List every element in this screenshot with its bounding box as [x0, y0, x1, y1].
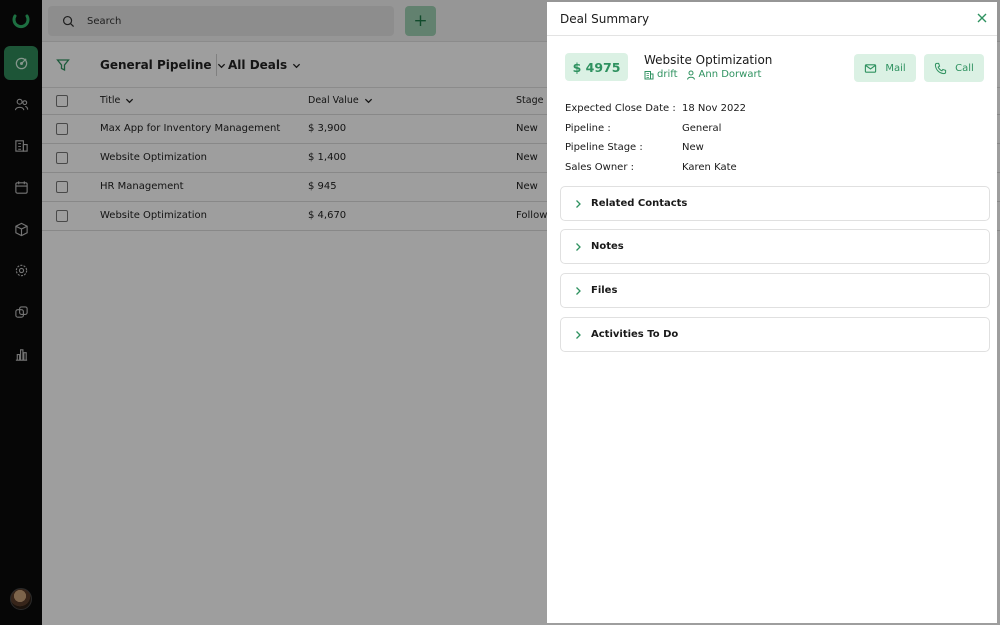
info-value: New — [682, 142, 704, 154]
mail-icon — [865, 63, 877, 73]
info-value: General — [682, 122, 722, 134]
info-key: Sales Owner : — [565, 161, 634, 173]
drawer-header: Deal Summary — [547, 2, 997, 36]
section-files[interactable]: Files — [560, 273, 990, 308]
deal-summary-drawer: Deal Summary $ 4975 Website Optimization… — [547, 2, 997, 623]
contact-link[interactable]: Ann Dorwart — [699, 69, 762, 80]
info-value: Karen Kate — [682, 161, 737, 173]
chevron-right-icon — [576, 242, 581, 251]
section-label: Files — [591, 285, 618, 296]
info-row-close-date: Expected Close Date : 18 Nov 2022 — [565, 99, 985, 119]
chevron-right-icon — [576, 199, 581, 208]
section-activities-to-do[interactable]: Activities To Do — [560, 317, 990, 352]
section-label: Notes — [591, 241, 624, 252]
section-label: Related Contacts — [591, 198, 688, 209]
company-link[interactable]: drift — [657, 69, 678, 80]
section-notes[interactable]: Notes — [560, 229, 990, 264]
info-row-pipeline: Pipeline : General — [565, 119, 985, 139]
company-icon — [644, 70, 654, 79]
mail-button[interactable]: Mail — [854, 54, 916, 82]
section-label: Activities To Do — [591, 329, 679, 340]
drawer-title: Deal Summary — [560, 11, 650, 26]
chevron-right-icon — [576, 330, 581, 339]
info-value: 18 Nov 2022 — [682, 103, 747, 115]
deal-value-badge: $ 4975 — [565, 53, 628, 81]
deal-meta: drift Ann Dorwart — [644, 69, 761, 80]
call-button-label: Call — [955, 62, 974, 74]
call-button[interactable]: Call — [924, 54, 984, 82]
deal-info-list: Expected Close Date : 18 Nov 2022 Pipeli… — [565, 99, 985, 177]
info-key: Expected Close Date : — [565, 103, 676, 115]
info-row-owner: Sales Owner : Karen Kate — [565, 158, 985, 178]
close-icon[interactable] — [975, 11, 989, 25]
deal-name: Website Optimization — [644, 53, 773, 67]
phone-icon — [935, 62, 947, 74]
person-icon — [686, 70, 695, 80]
info-row-stage: Pipeline Stage : New — [565, 138, 985, 158]
mail-button-label: Mail — [885, 62, 906, 74]
section-related-contacts[interactable]: Related Contacts — [560, 186, 990, 221]
info-key: Pipeline Stage : — [565, 142, 643, 154]
info-key: Pipeline : — [565, 122, 611, 134]
chevron-right-icon — [576, 286, 581, 295]
